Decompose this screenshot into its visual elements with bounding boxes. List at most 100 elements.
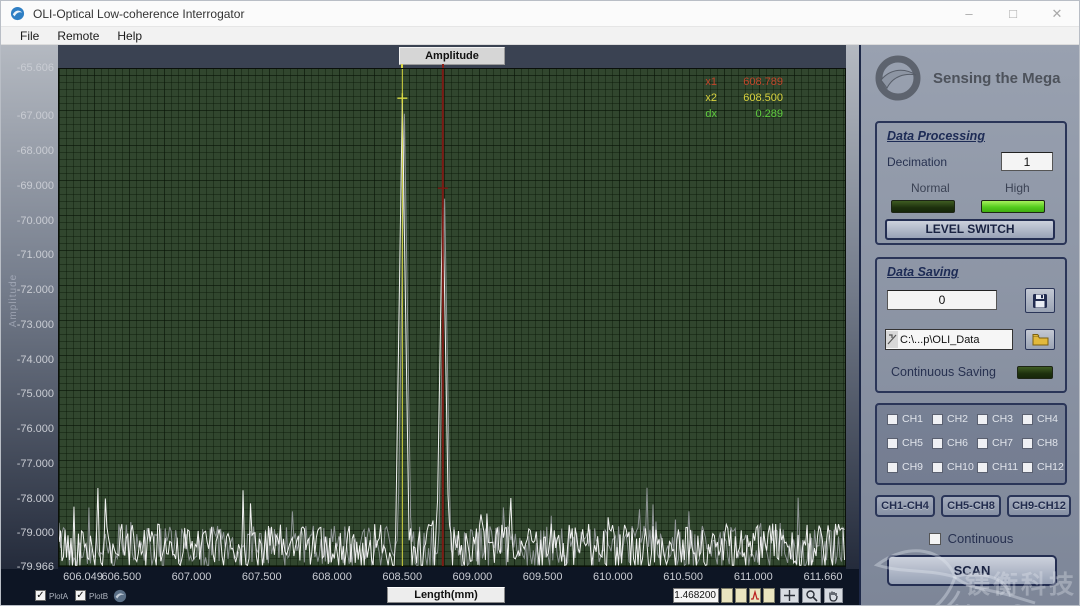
ch3-label: CH3 — [992, 413, 1014, 425]
ch11-label: CH11 — [992, 461, 1019, 473]
plotb-checkbox[interactable]: ✓ — [75, 590, 86, 601]
menu-file[interactable]: File — [11, 27, 48, 45]
path-glyph-icon — [886, 331, 898, 348]
ch10-checkbox[interactable] — [932, 461, 943, 473]
continuous-checkbox[interactable] — [928, 532, 941, 545]
readout-label: dx — [705, 108, 717, 120]
plota-checkbox[interactable]: ✓ — [35, 590, 46, 601]
brand-block: Sensing the Mega — [875, 55, 1061, 101]
app-logo-icon — [10, 6, 25, 21]
save-path-field[interactable]: C:\...p\OLI_Data — [885, 329, 1013, 350]
channel-ch8: CH8 — [1022, 437, 1058, 449]
normal-led — [891, 200, 955, 213]
y-tick-label: -78.000 — [16, 492, 54, 505]
plot-area[interactable]: x1 608.789 x2 608.500 dx 0.289 — [58, 68, 846, 567]
x-axis-title: Length(mm) — [387, 587, 505, 603]
minimize-button[interactable]: – — [947, 1, 991, 26]
ch8-checkbox[interactable] — [1022, 437, 1033, 449]
close-button[interactable]: ✕ — [1035, 1, 1079, 26]
x-tick-label: 609.500 — [522, 571, 563, 583]
y-tick-label: -79.000 — [16, 527, 54, 540]
high-label: High — [1005, 181, 1030, 195]
y-tick-label: -75.000 — [16, 388, 54, 401]
y-tick-label: -73.000 — [16, 318, 54, 331]
pan-tool-button[interactable] — [824, 588, 843, 603]
control-sidebar: Sensing the Mega Data Processing Decimat… — [859, 45, 1079, 605]
trace-plotb — [59, 113, 845, 566]
level-switch-button[interactable]: LEVEL SWITCH — [885, 219, 1055, 240]
ch11-checkbox[interactable] — [977, 461, 988, 473]
y-tick-label: -76.000 — [16, 423, 54, 436]
ch9-label: CH9 — [902, 461, 924, 473]
main-area: Amplitude x1 608.789 x2 608.500 dx 0.289 Ampl… — [1, 45, 1079, 605]
palette-button-2[interactable] — [735, 588, 747, 603]
readout-label: x1 — [705, 76, 717, 88]
ch6-label: CH6 — [947, 437, 969, 449]
channel-ch2: CH2 — [932, 413, 968, 425]
save-button[interactable] — [1025, 288, 1055, 313]
x-tick-label: 608.000 — [312, 571, 352, 583]
maximize-button[interactable]: □ — [991, 1, 1035, 26]
mini-brand-icon — [113, 589, 127, 603]
title-bar: OLI-Optical Low-coherence Interrogator –… — [1, 1, 1079, 27]
ch7-checkbox[interactable] — [977, 437, 988, 449]
x-tick-label: 610.000 — [592, 571, 633, 583]
crosshair-icon — [784, 590, 795, 601]
y-tick-label: -70.000 — [16, 214, 54, 227]
readout-x1: x1 608.789 — [693, 74, 783, 90]
right-gutter — [846, 45, 859, 569]
cursor-tool-button[interactable] — [780, 588, 799, 603]
ch12-checkbox[interactable] — [1022, 461, 1033, 473]
channel-panel: CH1 CH2 CH3 CH4 CH5 CH6 CH7 CH8 CH9 CH10 CH11 CH12 — [875, 403, 1067, 485]
app-window: OLI-Optical Low-coherence Interrogator –… — [0, 0, 1080, 606]
plotb-label: PlotB — [89, 592, 109, 601]
plot-top-strip: Amplitude — [58, 45, 846, 68]
menu-help[interactable]: Help — [108, 27, 151, 45]
magnifier-icon — [806, 590, 818, 602]
readout-x2: x2 608.500 — [693, 90, 783, 106]
tab-amplitude[interactable]: Amplitude — [399, 47, 505, 65]
data-saving-heading: Data Saving — [887, 265, 959, 279]
waveform-icon — [751, 589, 759, 600]
palette-button-4[interactable] — [763, 588, 775, 603]
group-button-ch9-ch12[interactable]: CH9-CH12 — [1007, 495, 1071, 517]
browse-folder-button[interactable] — [1025, 329, 1055, 350]
readout-dx: dx 0.289 — [693, 106, 783, 122]
save-count-input[interactable] — [887, 290, 997, 310]
y-tick-label: -68.000 — [16, 145, 54, 158]
ch2-label: CH2 — [947, 413, 969, 425]
cursor-readout: x1 608.789 x2 608.500 dx 0.289 — [693, 74, 783, 122]
ch3-checkbox[interactable] — [977, 413, 988, 425]
data-saving-panel: Data Saving C:\...p\OLI_Data — [875, 257, 1067, 393]
zoom-tool-button[interactable] — [802, 588, 821, 603]
menu-bar: File Remote Help — [1, 27, 1079, 45]
group-button-ch1-ch4[interactable]: CH1-CH4 — [875, 495, 935, 517]
ch8-label: CH8 — [1037, 437, 1059, 449]
cursor-1-marker[interactable] — [437, 183, 448, 194]
ch5-checkbox[interactable] — [887, 437, 898, 449]
ch6-checkbox[interactable] — [932, 437, 943, 449]
decimation-input[interactable] — [1001, 152, 1053, 171]
high-led — [981, 200, 1045, 213]
ch1-label: CH1 — [902, 413, 924, 425]
palette-button-1[interactable] — [721, 588, 733, 603]
channel-ch5: CH5 — [887, 437, 923, 449]
scan-button[interactable]: SCAN — [887, 555, 1057, 586]
menu-remote[interactable]: Remote — [48, 27, 108, 45]
ch1-checkbox[interactable] — [887, 413, 898, 425]
hand-icon — [829, 591, 838, 602]
brand-logo-icon — [875, 55, 921, 101]
palette-waveform-button[interactable] — [749, 588, 761, 603]
ch2-checkbox[interactable] — [932, 413, 943, 425]
x-tick-label: 611.000 — [733, 571, 773, 583]
window-controls: – □ ✕ — [947, 1, 1079, 26]
cursor-2-marker[interactable] — [397, 93, 408, 104]
x-tick-label: 606.500 — [101, 571, 142, 583]
channel-ch6: CH6 — [932, 437, 968, 449]
group-button-ch5-ch8[interactable]: CH5-CH8 — [941, 495, 1001, 517]
scale-value-box[interactable]: 1.468200 — [673, 588, 719, 603]
ch4-checkbox[interactable] — [1022, 413, 1033, 425]
readout-value: 608.500 — [743, 92, 783, 104]
ch9-checkbox[interactable] — [887, 461, 898, 473]
y-tick-label: -77.000 — [16, 457, 54, 470]
